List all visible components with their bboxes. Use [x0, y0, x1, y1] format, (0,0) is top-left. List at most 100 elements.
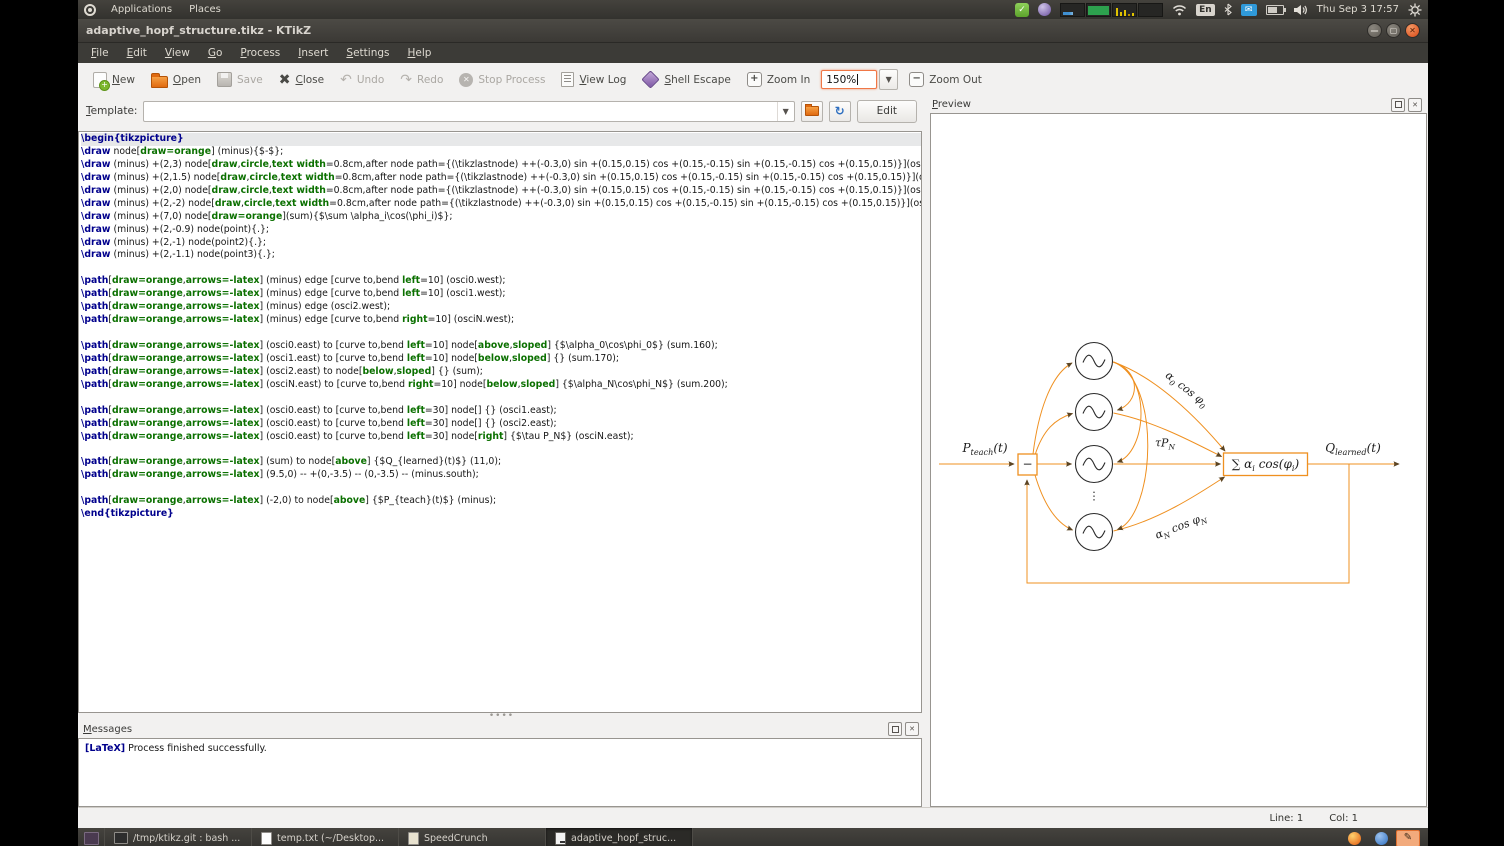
preview-close-button[interactable]: ✕	[1408, 98, 1422, 112]
browser-icon	[1375, 832, 1388, 845]
applications-menu[interactable]: Applications	[109, 3, 174, 16]
keyboard-layout-indicator[interactable]: En	[1196, 4, 1215, 16]
messages-output: [LaTeX] Process finished successfully.	[78, 738, 922, 807]
menu-help[interactable]: Help	[398, 45, 440, 61]
taskbar-item[interactable]: adaptive_hopf_struc...	[546, 828, 693, 846]
bluetooth-icon[interactable]	[1224, 3, 1232, 16]
software-updater-icon[interactable]: ✓	[1015, 3, 1029, 17]
zoom-level-input[interactable]: 150%	[821, 70, 877, 89]
zoom-level-combo: 150% ▼	[821, 69, 898, 90]
code-line[interactable]	[81, 262, 921, 275]
menu-view[interactable]: View	[156, 45, 199, 61]
new-button[interactable]: New	[86, 69, 142, 91]
window-list-button[interactable]	[78, 828, 105, 846]
status-line: Line: 1	[1269, 813, 1303, 824]
code-line[interactable]: \path[draw=orange,arrows=-latex] (minus)…	[81, 314, 921, 327]
firefox-launcher[interactable]	[1342, 830, 1366, 846]
undo-button[interactable]: ↶Undo	[333, 70, 391, 90]
code-line[interactable]: \path[draw=orange,arrows=-latex] (9.5,0)…	[81, 469, 921, 482]
clock[interactable]: Thu Sep 3 17:57	[1317, 4, 1399, 15]
code-line[interactable]: \draw (minus) +(2,-1) node(point2){.};	[81, 237, 921, 250]
code-line[interactable]: \draw (minus) +(2,-2) node[draw,circle,t…	[81, 198, 921, 211]
code-line[interactable]: \path[draw=orange,arrows=-latex] (osci0.…	[81, 340, 921, 353]
code-line[interactable]: \draw (minus) +(2,3) node[draw,circle,te…	[81, 159, 921, 172]
code-line[interactable]: \path[draw=orange,arrows=-latex] (osci1.…	[81, 353, 921, 366]
mail-icon[interactable]: ✉	[1241, 4, 1257, 16]
zoom-in-button[interactable]: +Zoom In	[740, 69, 817, 90]
code-line[interactable]: \end{tikzpicture}	[81, 508, 921, 521]
menu-insert[interactable]: Insert	[289, 45, 337, 61]
maximize-button[interactable]: ▢	[1386, 23, 1401, 38]
code-line[interactable]: \path[draw=orange,arrows=-latex] (osci0.…	[81, 405, 921, 418]
code-line[interactable]: \path[draw=orange,arrows=-latex] (-2,0) …	[81, 495, 921, 508]
code-line[interactable]: \draw (minus) +(2,0) node[draw,circle,te…	[81, 185, 921, 198]
splitter-grip: ••••	[489, 715, 514, 718]
battery-icon[interactable]	[1266, 5, 1284, 15]
messages-close-button[interactable]: ✕	[905, 722, 919, 736]
p-teach-label: Pteach(t)	[962, 441, 1007, 457]
open-button[interactable]: Open	[144, 69, 208, 91]
open-folder-icon	[151, 76, 168, 88]
close-file-icon: ✖	[279, 73, 291, 87]
save-button[interactable]: Save	[210, 69, 270, 90]
code-editor[interactable]: \begin{tikzpicture}\draw node[draw=orang…	[78, 131, 922, 713]
code-line[interactable]: \begin{tikzpicture}	[81, 133, 921, 146]
code-line[interactable]: \draw (minus) +(2,-0.9) node(point){.};	[81, 224, 921, 237]
close-file-button[interactable]: ✖Close	[272, 70, 331, 90]
template-open-button[interactable]	[801, 101, 823, 122]
template-edit-button[interactable]: Edit	[857, 100, 917, 123]
menu-edit[interactable]: Edit	[118, 45, 156, 61]
window-titlebar[interactable]: adaptive_hopf_structure.tikz - KTikZ — ▢…	[78, 19, 1428, 43]
code-line[interactable]: \path[draw=orange,arrows=-latex] (sum) t…	[81, 456, 921, 469]
preview-title: Preview	[932, 99, 971, 110]
code-line[interactable]: \path[draw=orange,arrows=-latex] (minus)…	[81, 275, 921, 288]
ubuntu-one-icon[interactable]	[1038, 3, 1051, 16]
horizontal-splitter[interactable]: ••••	[78, 713, 925, 720]
code-line[interactable]: \path[draw=orange,arrows=-latex] (minus)…	[81, 288, 921, 301]
status-bar: Line: 1 Col: 1	[78, 807, 1428, 828]
menu-settings[interactable]: Settings	[337, 45, 398, 61]
template-reload-button[interactable]: ↻	[829, 101, 851, 122]
code-line[interactable]: \draw (minus) +(2,-1.1) node(point3){.};	[81, 249, 921, 262]
code-line[interactable]	[81, 392, 921, 405]
shell-escape-button[interactable]: Shell Escape	[635, 70, 737, 89]
taskbar-item[interactable]: temp.txt (~/Desktop...	[252, 828, 399, 846]
browser-launcher[interactable]	[1369, 830, 1393, 846]
menu-process[interactable]: Process	[231, 45, 289, 61]
template-combobox[interactable]: ▼	[143, 101, 794, 122]
redo-button[interactable]: ↷Redo	[393, 70, 450, 90]
code-line[interactable]: \path[draw=orange,arrows=-latex] (osci0.…	[81, 431, 921, 444]
code-line[interactable]: \path[draw=orange,arrows=-latex] (osci2.…	[81, 366, 921, 379]
menu-go[interactable]: Go	[199, 45, 232, 61]
code-line[interactable]: \draw node[draw=orange] (minus){$-$};	[81, 146, 921, 159]
code-line[interactable]	[81, 444, 921, 457]
code-line[interactable]: \path[draw=orange,arrows=-latex] (osciN.…	[81, 379, 921, 392]
wifi-icon[interactable]	[1172, 4, 1187, 16]
messages-float-button[interactable]	[888, 722, 902, 736]
places-menu[interactable]: Places	[187, 3, 223, 16]
code-line[interactable]: \path[draw=orange,arrows=-latex] (osci0.…	[81, 418, 921, 431]
zoom-combo-arrow[interactable]: ▼	[879, 69, 898, 90]
close-button[interactable]: ✕	[1405, 23, 1420, 38]
minimize-button[interactable]: —	[1367, 23, 1382, 38]
new-file-icon	[93, 72, 107, 88]
system-monitor-applet[interactable]	[1060, 3, 1163, 17]
code-line[interactable]: \draw (minus) +(2,1.5) node[draw,circle,…	[81, 172, 921, 185]
notes-launcher[interactable]: ✎	[1396, 830, 1420, 846]
volume-icon[interactable]	[1293, 4, 1308, 16]
code-line[interactable]: \draw (minus) +(7,0) node[draw=orange](s…	[81, 211, 921, 224]
taskbar-item[interactable]: /tmp/ktikz.git : bash ...	[105, 828, 252, 846]
taskbar-item[interactable]: SpeedCrunch	[399, 828, 546, 846]
code-line[interactable]: \path[draw=orange,arrows=-latex] (minus)…	[81, 301, 921, 314]
code-line[interactable]	[81, 327, 921, 340]
menu-file[interactable]: File	[82, 45, 118, 61]
latex-tag: [LaTeX]	[85, 743, 125, 754]
code-line[interactable]	[81, 482, 921, 495]
session-gear-icon[interactable]	[1408, 3, 1422, 17]
view-log-button[interactable]: View Log	[554, 69, 633, 90]
zoom-out-button[interactable]: −Zoom Out	[902, 69, 989, 90]
shell-escape-icon	[642, 70, 660, 88]
template-combo-arrow-icon[interactable]: ▼	[777, 102, 794, 121]
stop-process-button[interactable]: ✕Stop Process	[452, 70, 552, 90]
preview-float-button[interactable]	[1391, 98, 1405, 112]
